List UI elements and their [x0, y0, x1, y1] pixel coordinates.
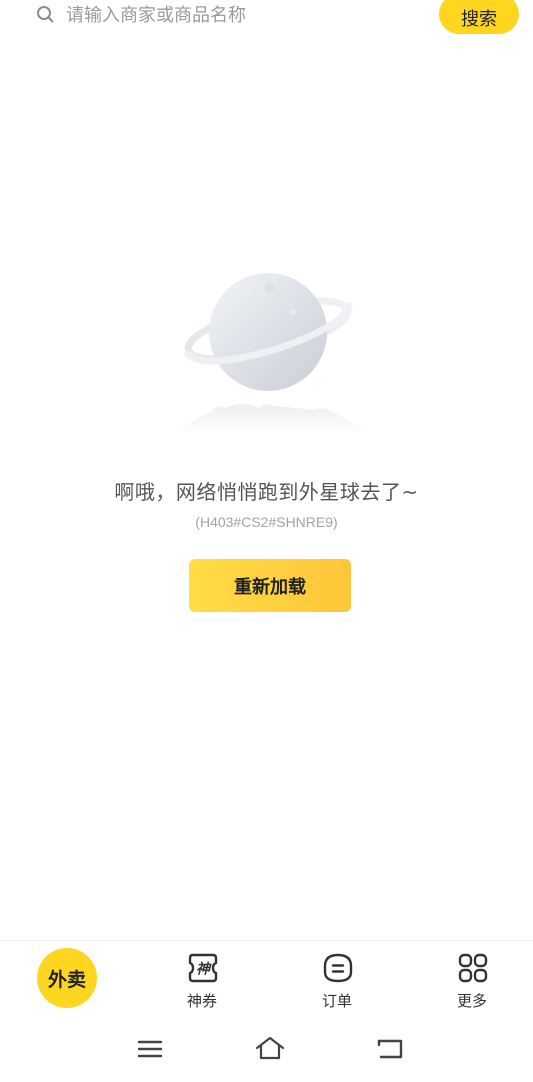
back-icon[interactable] [372, 1034, 408, 1064]
tab-shenquan-label: 神券 [186, 992, 217, 1010]
home-icon[interactable] [252, 1034, 288, 1064]
search-icon [37, 6, 54, 23]
tab-shenquan[interactable]: 神 神券 [157, 941, 247, 1017]
planet-illustration [173, 273, 368, 434]
error-code: (H403#CS2#SHNRE9) [195, 514, 338, 530]
tab-dingdan[interactable]: 订单 [292, 941, 382, 1017]
tab-dingdan-label: 订单 [321, 992, 352, 1010]
shen-coupon-icon: 神 [188, 953, 218, 983]
tab-gengduo-label: 更多 [456, 992, 487, 1010]
search-bar: 搜索 [0, 0, 533, 34]
search-button[interactable]: 搜索 [439, 0, 519, 34]
bottom-nav: 外卖 神 神券 订单 更多 [0, 940, 533, 1017]
tab-waimai[interactable]: 外卖 [22, 941, 112, 1017]
grid-icon [458, 953, 488, 983]
search-input[interactable] [66, 0, 396, 30]
svg-text:神: 神 [196, 961, 212, 978]
waimai-icon: 外卖 [37, 948, 97, 1008]
system-nav-bar [0, 1016, 533, 1082]
menu-icon[interactable] [132, 1034, 168, 1064]
reload-button[interactable]: 重新加载 [189, 559, 351, 612]
tab-gengduo[interactable]: 更多 [427, 941, 517, 1017]
error-message: 啊哦，网络悄悄跑到外星球去了~ [114, 480, 419, 504]
order-icon [323, 953, 353, 983]
